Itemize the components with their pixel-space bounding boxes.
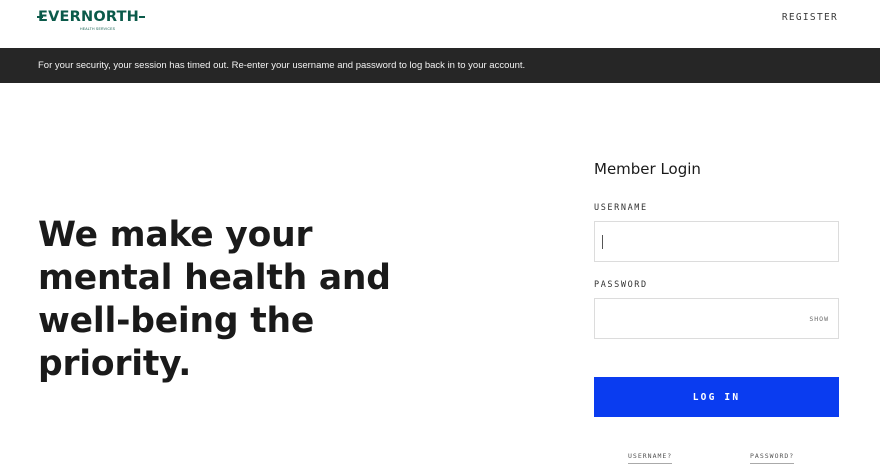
hero-line: priority. [38, 344, 192, 384]
show-password-button[interactable]: SHOW [809, 315, 829, 323]
logo-wordmark: EVERNORTH [38, 9, 139, 25]
forgot-username-link[interactable]: USERNAME? [628, 452, 673, 464]
logo-dash-right [139, 16, 145, 18]
password-label: PASSWORD [594, 280, 648, 290]
login-button[interactable]: LOG IN [594, 377, 839, 417]
logo-subtext: HEALTH SERVICES [80, 27, 116, 31]
evernorth-logo[interactable]: EVERNORTH HEALTH SERVICES [37, 9, 148, 33]
forgot-password-link[interactable]: PASSWORD? [750, 452, 795, 464]
site-header: EVERNORTH HEALTH SERVICES REGISTER [0, 0, 880, 48]
username-input[interactable] [595, 222, 838, 261]
hero-line: mental health and [38, 258, 391, 298]
register-link[interactable]: REGISTER [782, 12, 838, 23]
hero-line: We make your [38, 215, 313, 255]
hero-line: well-being the [38, 301, 315, 341]
login-title: Member Login [594, 160, 701, 178]
username-label: USERNAME [594, 203, 648, 213]
username-field-box [594, 221, 839, 262]
password-input[interactable] [595, 299, 838, 338]
hero-heading: We make your mental health and well-bein… [38, 214, 398, 386]
session-timeout-alert: For your security, your session has time… [0, 48, 880, 83]
password-field-box: SHOW [594, 298, 839, 339]
alert-message: For your security, your session has time… [38, 60, 526, 71]
